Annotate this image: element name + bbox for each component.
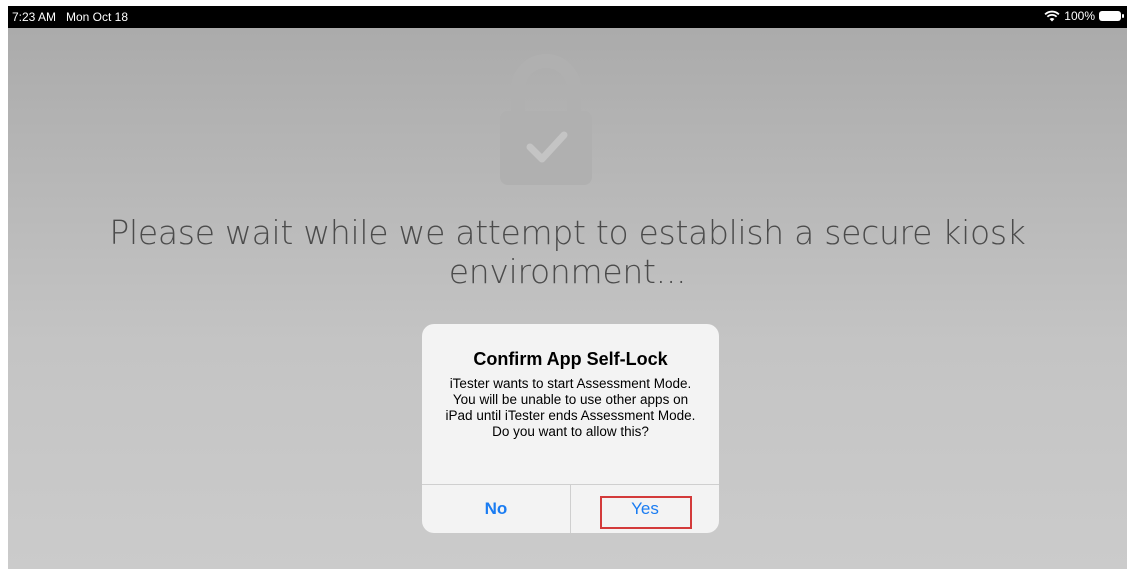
no-button[interactable]: No <box>422 485 570 533</box>
status-indicators: 100% <box>1044 9 1124 23</box>
status-date: Mon Oct 18 <box>66 10 129 24</box>
wifi-icon <box>1044 10 1060 22</box>
ipad-screen: 7:23 AM Mon Oct 18 100% Please wait whil… <box>8 6 1127 569</box>
confirm-self-lock-dialog: Confirm App Self-Lock iTester wants to s… <box>422 324 719 533</box>
kiosk-wait-message: Please wait while we attempt to establis… <box>109 213 1026 291</box>
battery-icon <box>1099 11 1124 21</box>
dialog-title: Confirm App Self-Lock <box>473 349 668 369</box>
dialog-message: iTester wants to start Assessment Mode. … <box>445 376 696 439</box>
battery-percentage: 100% <box>1064 9 1095 23</box>
lock-check-icon <box>500 54 592 185</box>
status-time: 7:23 AM <box>12 10 57 24</box>
yes-button[interactable]: Yes <box>571 485 719 533</box>
status-bar: 7:23 AM Mon Oct 18 100% <box>8 6 1127 28</box>
